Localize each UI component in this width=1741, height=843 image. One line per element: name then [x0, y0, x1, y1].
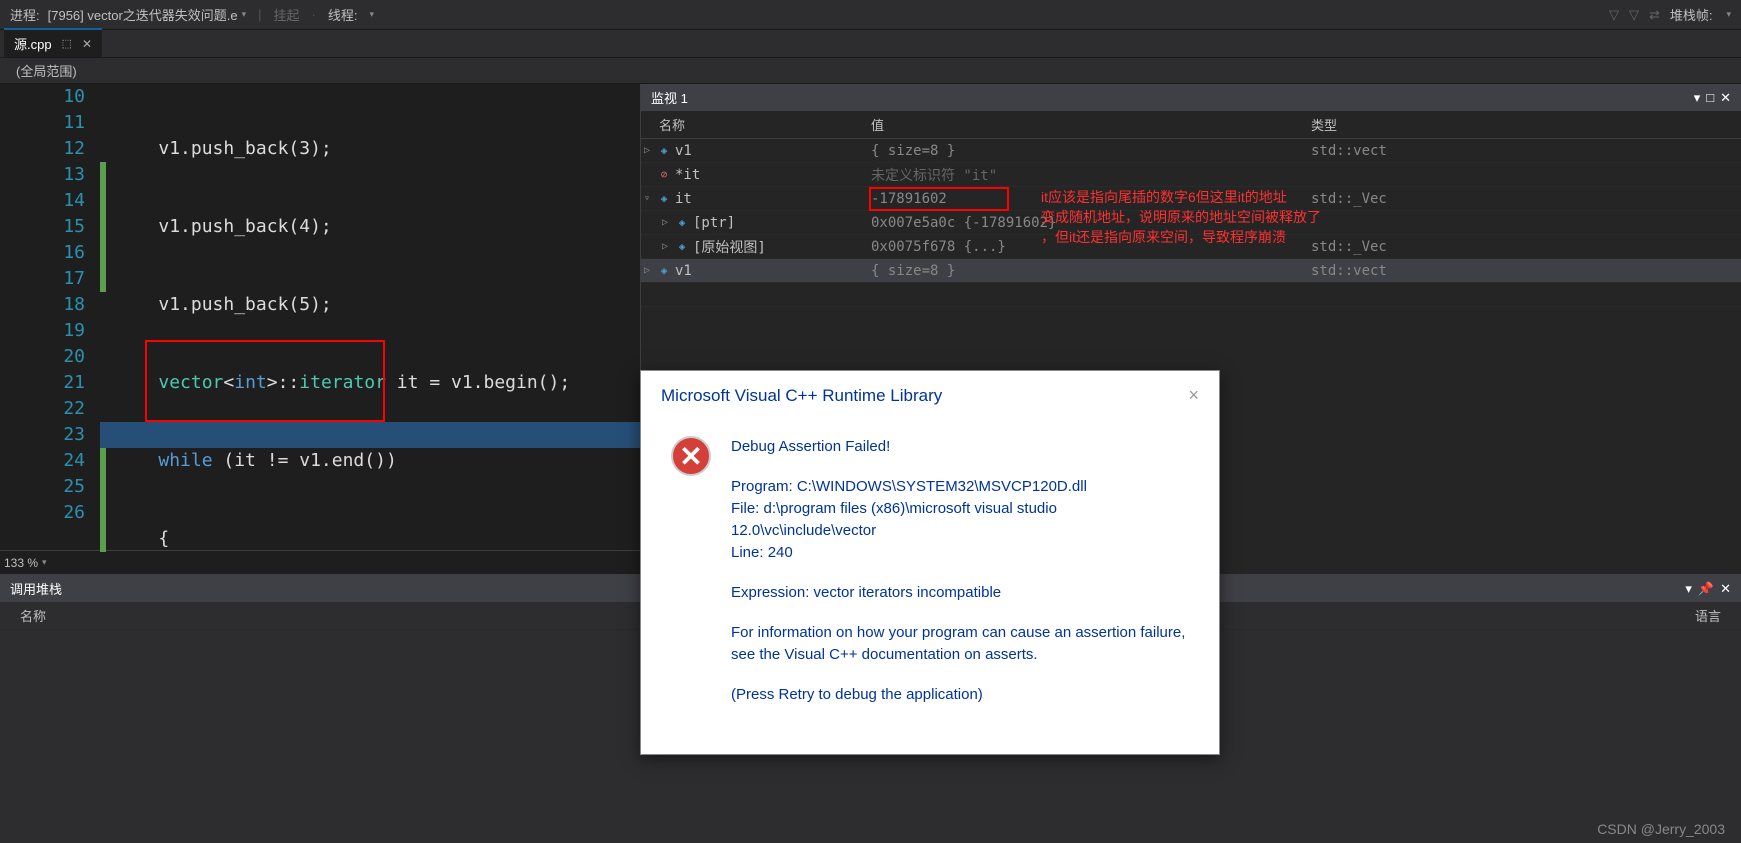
- dialog-title-bar[interactable]: Microsoft Visual C++ Runtime Library ×: [641, 371, 1219, 416]
- dropdown-icon[interactable]: ▾: [1685, 581, 1692, 597]
- error-icon: ⊘: [657, 168, 671, 182]
- dialog-title: Microsoft Visual C++ Runtime Library: [661, 386, 942, 406]
- process-dropdown[interactable]: [7956] vector之迭代器失效问题.e ▾: [48, 5, 247, 24]
- watch-row[interactable]: ⊘*it 未定义标识符 "it": [641, 163, 1741, 187]
- expander-icon[interactable]: ▷: [659, 241, 671, 252]
- expander-icon[interactable]: ▷: [641, 145, 653, 156]
- object-icon: ◈: [657, 264, 671, 278]
- object-icon: ◈: [657, 144, 671, 158]
- stackframe-label: 堆栈帧:: [1670, 5, 1713, 24]
- suspend-button[interactable]: 挂起: [274, 5, 300, 24]
- col-lang[interactable]: 语言: [1695, 606, 1721, 625]
- debug-toolbar: 进程: [7956] vector之迭代器失效问题.e ▾ | 挂起 · 线程:…: [0, 0, 1741, 30]
- watch-header: 名称 值 类型: [641, 111, 1741, 139]
- watch-row-empty[interactable]: [641, 283, 1741, 307]
- editor-pane: 1011121314151617181920212223242526 v1.pu…: [0, 84, 640, 574]
- annotation-text: it应该是指向尾插的数字6但这里it的地址 变成随机地址，说明原来的地址空间被释…: [1041, 187, 1441, 247]
- col-type[interactable]: 类型: [1311, 115, 1741, 134]
- expander-icon[interactable]: ▷: [641, 265, 653, 276]
- dropdown-icon[interactable]: ▾: [1694, 90, 1701, 106]
- maximize-icon[interactable]: □: [1706, 90, 1714, 105]
- chevron-down-icon: ▾: [42, 557, 47, 568]
- watch-row[interactable]: ▷◈v1 { size=8 } std::vect: [641, 139, 1741, 163]
- tab-source-cpp[interactable]: 源.cpp ⬚ ✕: [4, 28, 102, 57]
- process-label: 进程:: [10, 5, 40, 24]
- object-icon: ◈: [675, 240, 689, 254]
- chevron-down-icon: ▾: [1726, 9, 1731, 20]
- pin-icon[interactable]: 📌: [1698, 581, 1714, 597]
- tab-row: 源.cpp ⬚ ✕: [0, 30, 1741, 58]
- error-icon: ✕: [671, 436, 711, 476]
- col-value[interactable]: 值: [871, 115, 1311, 134]
- close-icon[interactable]: ✕: [1720, 90, 1731, 106]
- chevron-down-icon: ▾: [242, 9, 247, 20]
- watermark: CSDN @Jerry_2003: [1597, 821, 1725, 837]
- line-gutter: 1011121314151617181920212223242526: [0, 84, 95, 550]
- col-name[interactable]: 名称: [20, 606, 46, 625]
- current-line-highlight: [100, 422, 640, 448]
- col-name[interactable]: 名称: [641, 115, 871, 134]
- separator: |: [258, 7, 261, 22]
- watch-title-bar[interactable]: 监视 1 ▾ □ ✕: [641, 84, 1741, 111]
- scope-bar[interactable]: (全局范围): [0, 58, 1741, 84]
- code-lines: v1.push_back(3); v1.push_back(4); v1.pus…: [95, 84, 570, 550]
- filter-icon[interactable]: ▽: [1609, 7, 1619, 23]
- filter-icon-2[interactable]: ▽: [1629, 7, 1639, 23]
- expander-icon[interactable]: ▷: [659, 217, 671, 228]
- separator: ·: [312, 7, 316, 22]
- dialog-text: Debug Assertion Failed! Program: C:\WIND…: [731, 436, 1189, 724]
- close-icon[interactable]: ✕: [82, 37, 92, 51]
- expander-icon[interactable]: ▿: [641, 193, 653, 204]
- pin-icon[interactable]: ⬚: [62, 37, 72, 50]
- tab-label: 源.cpp: [14, 34, 52, 53]
- shuffle-icon[interactable]: ⇄: [1649, 7, 1660, 23]
- object-icon: ◈: [657, 192, 671, 206]
- thread-label: 线程:: [328, 5, 358, 24]
- chevron-down-icon: ▾: [370, 9, 375, 20]
- watch-title: 监视 1: [651, 88, 688, 107]
- close-icon[interactable]: ×: [1188, 385, 1199, 406]
- watch-row[interactable]: ▷◈v1 { size=8 } std::vect: [641, 259, 1741, 283]
- zoom-bar[interactable]: 133 % ▾: [0, 550, 640, 574]
- error-dialog: Microsoft Visual C++ Runtime Library × ✕…: [640, 370, 1220, 755]
- close-icon[interactable]: ✕: [1720, 581, 1731, 597]
- object-icon: ◈: [675, 216, 689, 230]
- callstack-title: 调用堆栈: [10, 579, 62, 598]
- code-area[interactable]: 1011121314151617181920212223242526 v1.pu…: [0, 84, 640, 550]
